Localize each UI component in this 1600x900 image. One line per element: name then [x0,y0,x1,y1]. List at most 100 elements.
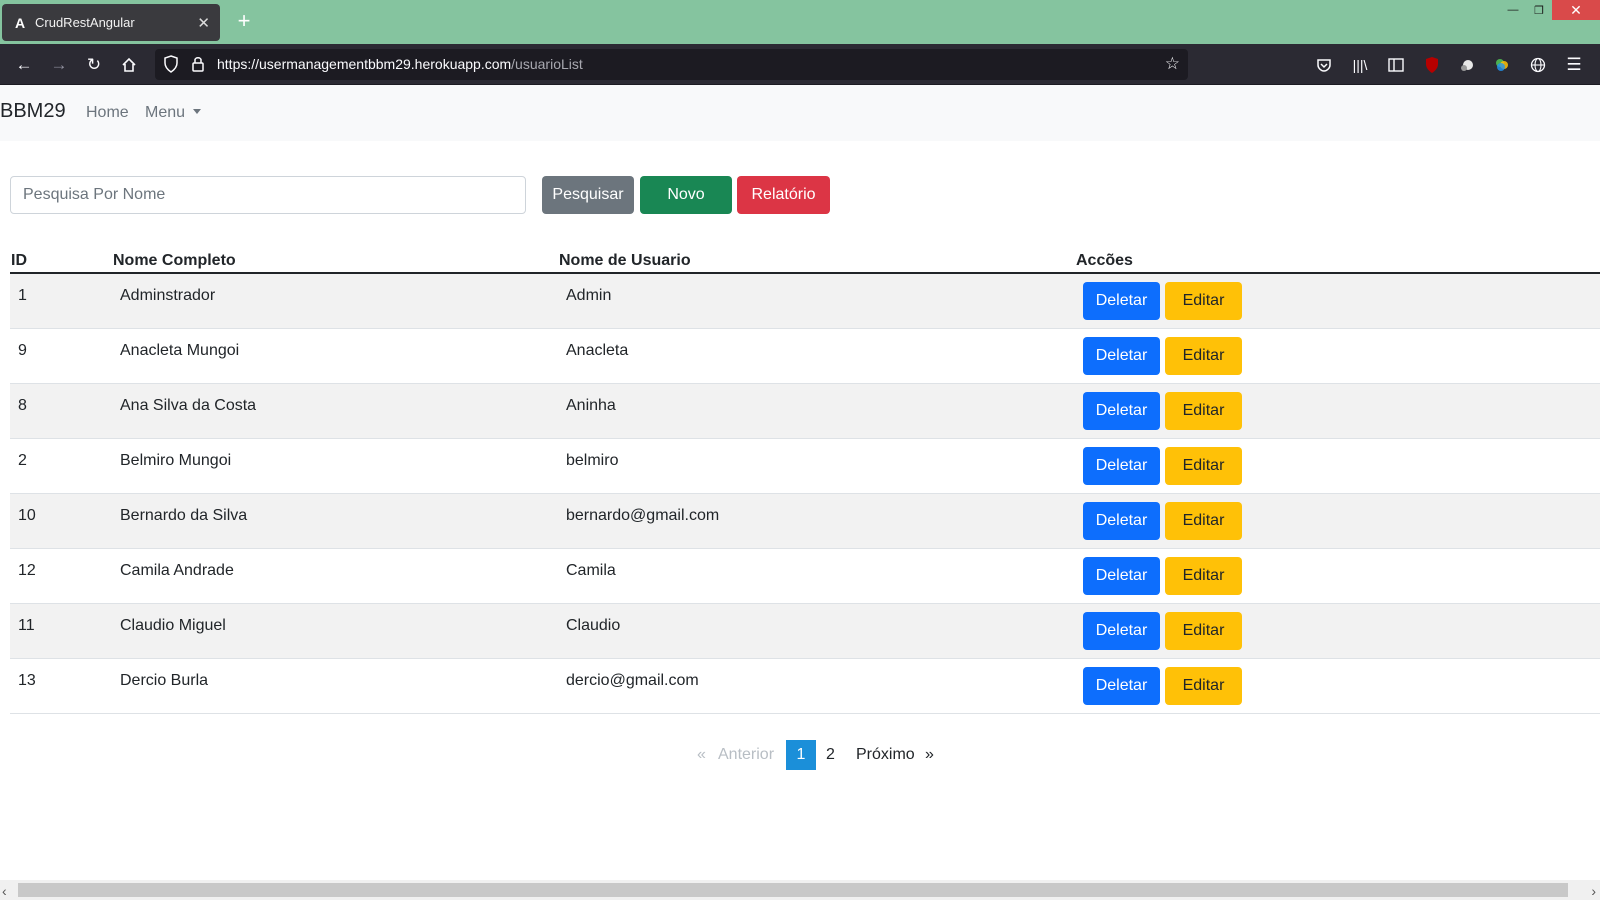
edit-button[interactable]: Editar [1165,392,1242,430]
next-chevron-icon[interactable]: » [925,740,934,770]
scroll-right-icon[interactable]: › [1591,883,1596,899]
forward-arrow-icon[interactable]: → [47,53,71,77]
edit-button[interactable]: Editar [1165,447,1242,485]
cell-full-name: Ana Silva da Costa [120,397,257,414]
delete-button[interactable]: Deletar [1083,282,1160,320]
shield-icon[interactable] [163,55,179,78]
cell-full-name: Bernardo da Silva [120,507,248,524]
lock-icon[interactable] [191,55,205,78]
browser-tab[interactable]: A CrudRestAngular ✕ [2,4,220,41]
horizontal-scrollbar[interactable]: ‹ › [0,880,1600,900]
cell-username: bernardo@gmail.com [566,507,720,524]
table-row: 11 Claudio Miguel Claudio Deletar Editar [10,604,1600,659]
table-row: 1 Adminstrador Admin Deletar Editar [10,274,1600,329]
table-row: 13 Dercio Burla dercio@gmail.com Deletar Edi… [10,659,1600,714]
table-header: ID Nome Completo Nome de Usuario Accões [10,250,1600,274]
library-icon[interactable]: |||\ [1348,53,1372,77]
cell-full-name: Camila Andrade [120,562,234,579]
cell-username: Admin [566,287,612,304]
cell-username: Anacleta [566,342,629,359]
search-button[interactable]: Pesquisar [542,176,634,214]
cell-username: Aninha [566,397,616,414]
ublock-extension-icon[interactable] [1420,53,1444,77]
hamburger-menu-icon[interactable]: ☰ [1562,53,1586,77]
pagination: « Anterior 1 2 Próximo » [0,740,1600,770]
cell-full-name: Dercio Burla [120,672,209,689]
pagination-prev: Anterior [718,746,775,763]
back-arrow-icon[interactable]: ← [12,53,36,77]
table-row: 9 Anacleta Mungoi Anacleta Deletar Editar [10,329,1600,384]
cell-username: dercio@gmail.com [566,672,699,689]
tab-close-icon[interactable]: ✕ [197,14,210,32]
cell-username: Claudio [566,617,621,634]
cell-id: 2 [18,452,27,469]
pagination-next[interactable]: Próximo [856,740,915,770]
scrollbar-thumb[interactable] [18,883,1568,897]
edit-button[interactable]: Editar [1165,612,1242,650]
delete-button[interactable]: Deletar [1083,392,1160,430]
table-row: 12 Camila Andrade Camila Deletar Editar [10,549,1600,604]
globe-icon[interactable] [1526,53,1550,77]
edit-button[interactable]: Editar [1165,502,1242,540]
delete-button[interactable]: Deletar [1083,557,1160,595]
pagination-page-2[interactable]: 2 [826,740,835,770]
header-actions: Accões [1076,252,1133,269]
table-body: 1 Adminstrador Admin Deletar Editar 9 Anacleta… [10,274,1600,714]
url-host: https://usermanagementbbm29.herokuapp.co… [217,56,512,72]
delete-button[interactable]: Deletar [1083,667,1160,705]
cell-id: 8 [18,397,27,414]
new-button[interactable]: Novo [640,176,732,214]
table-row: 8 Ana Silva da Costa Aninha Deletar Editar [10,384,1600,439]
nav-home-link[interactable]: Home [86,104,129,122]
url-bar[interactable]: https://usermanagementbbm29.herokuapp.co… [155,49,1188,80]
header-username: Nome de Usuario [559,252,691,269]
delete-button[interactable]: Deletar [1083,447,1160,485]
delete-button[interactable]: Deletar [1083,612,1160,650]
scroll-left-icon[interactable]: ‹ [2,883,7,899]
brand-logo[interactable]: BBM29 [0,100,66,123]
search-input[interactable] [10,176,526,214]
color-extension-icon[interactable] [1490,53,1514,77]
cell-id: 11 [18,617,35,634]
window-close-button[interactable]: ✕ [1552,0,1600,20]
sidebar-icon[interactable] [1384,53,1408,77]
cell-full-name: Anacleta Mungoi [120,342,240,359]
cell-full-name: Adminstrador [120,287,216,304]
nav-menu-dropdown[interactable]: Menu [145,104,202,122]
new-tab-button[interactable]: + [232,10,256,34]
nav-menu-label: Menu [145,104,186,121]
url-path: /usuarioList [511,56,583,72]
cell-id: 10 [18,507,36,524]
cell-id: 12 [18,562,36,579]
table-row: 10 Bernardo da Silva bernardo@gmail.com Del… [10,494,1600,549]
pocket-icon[interactable] [1312,53,1336,77]
caret-down-icon [193,109,202,114]
edit-button[interactable]: Editar [1165,557,1242,595]
cell-username: Camila [566,562,616,579]
pagination-page-1[interactable]: 1 [786,740,816,770]
cell-id: 9 [18,342,27,359]
cell-full-name: Belmiro Mungoi [120,452,232,469]
header-id: ID [11,252,27,269]
url-text[interactable]: https://usermanagementbbm29.herokuapp.co… [217,56,583,72]
home-icon[interactable] [117,53,141,77]
header-full-name: Nome Completo [113,252,236,269]
report-button[interactable]: Relatório [737,176,830,214]
edit-button[interactable]: Editar [1165,282,1242,320]
prev-chevron-icon: « [697,746,706,763]
tab-title: CrudRestAngular [35,15,135,30]
browser-toolbar: ← → ↻ https://usermanagementbbm29.heroku… [0,44,1600,85]
cell-id: 1 [18,287,27,304]
angular-favicon-icon: A [14,14,26,31]
delete-button[interactable]: Deletar [1083,337,1160,375]
edit-button[interactable]: Editar [1165,667,1242,705]
reload-icon[interactable]: ↻ [82,53,106,77]
delete-button[interactable]: Deletar [1083,502,1160,540]
app-navbar: BBM29 Home Menu [0,85,1600,141]
cell-username: belmiro [566,452,619,469]
extension-icon[interactable] [1455,53,1479,77]
cell-full-name: Claudio Miguel [120,617,226,634]
edit-button[interactable]: Editar [1165,337,1242,375]
cell-id: 13 [18,672,36,689]
bookmark-star-icon[interactable]: ☆ [1165,54,1180,74]
